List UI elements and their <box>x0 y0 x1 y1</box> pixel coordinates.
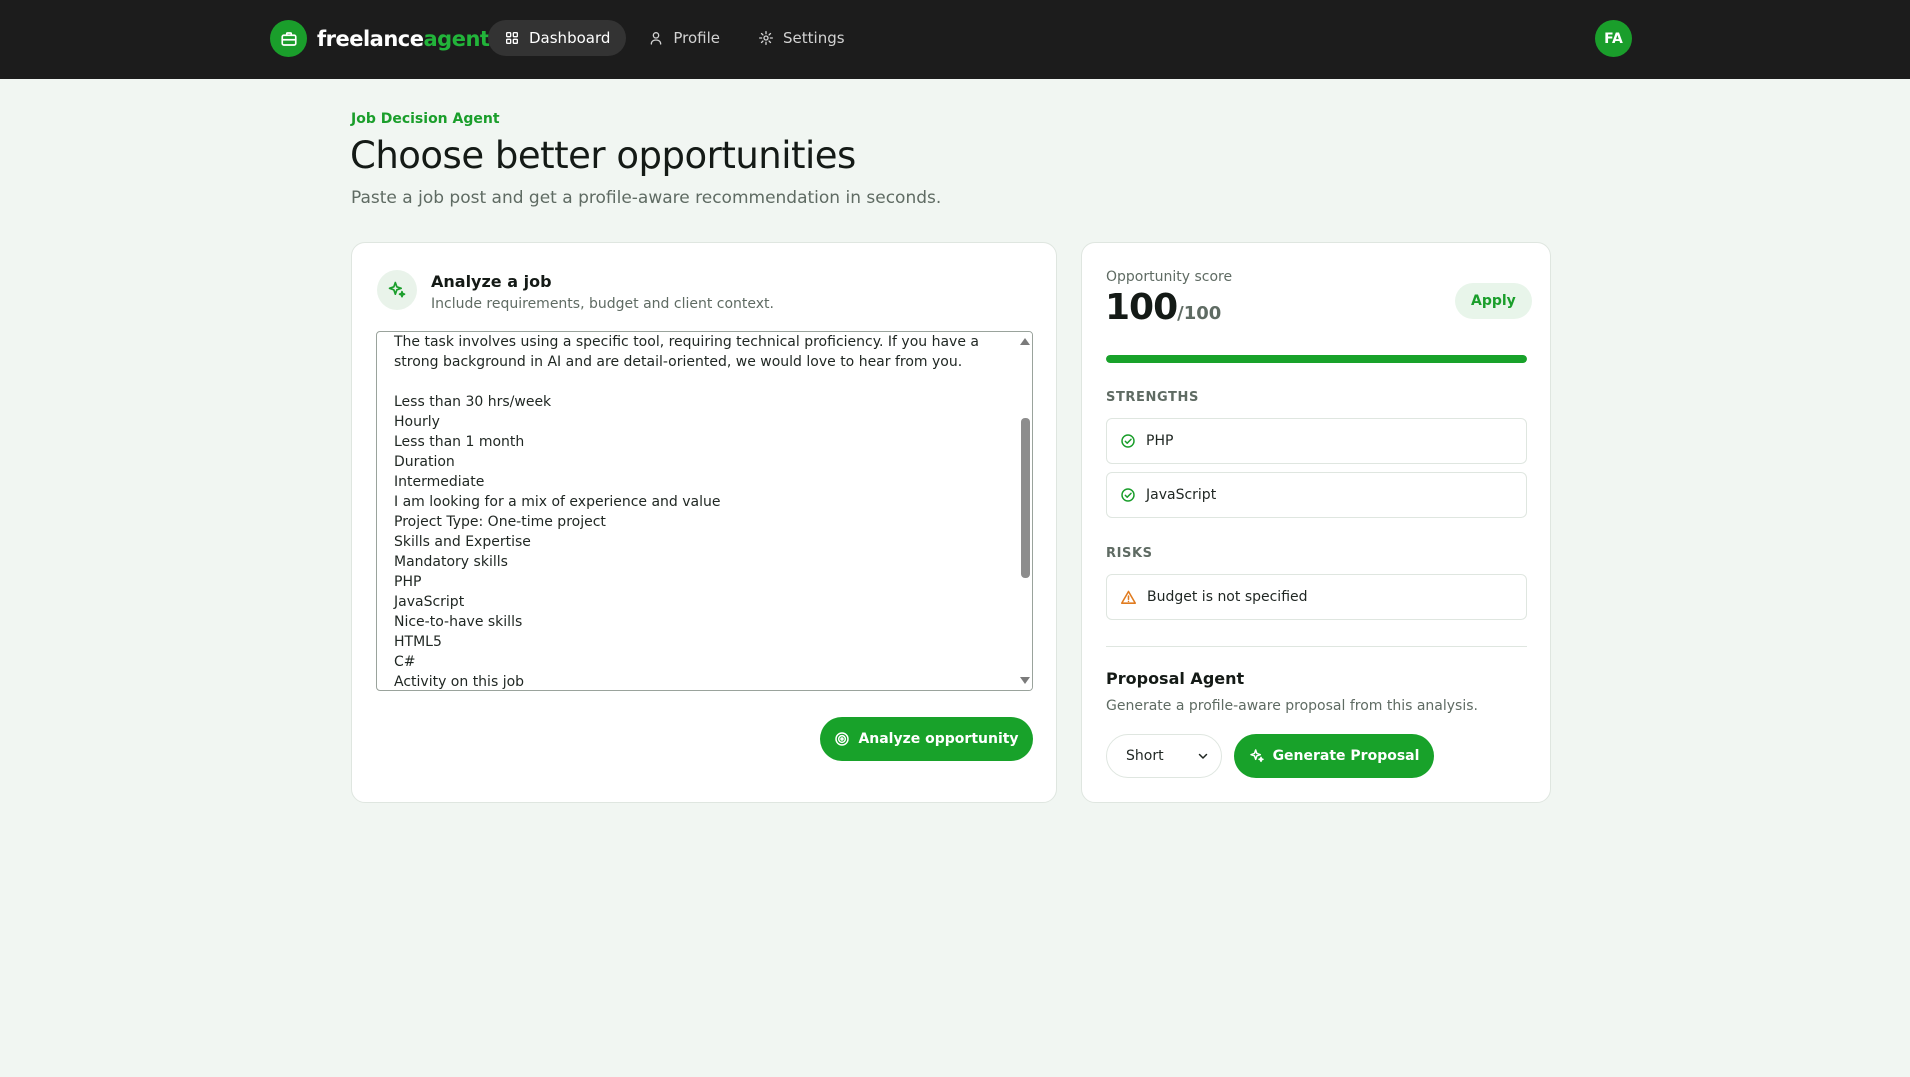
strength-label: JavaScript <box>1146 487 1217 503</box>
page-subtitle: Paste a job post and get a profile-aware… <box>351 188 942 208</box>
score-label: Opportunity score <box>1106 269 1233 285</box>
analyze-card: Analyze a job Include requirements, budg… <box>351 242 1057 803</box>
avatar[interactable]: FA <box>1595 20 1632 57</box>
strength-item: PHP <box>1106 418 1527 464</box>
strength-label: PHP <box>1146 433 1174 449</box>
brand-name-main: freelance <box>317 26 424 51</box>
generate-proposal-button[interactable]: Generate Proposal <box>1234 734 1434 778</box>
proposal-length-select[interactable]: Short <box>1106 734 1222 778</box>
score-progress-bar <box>1106 355 1527 363</box>
nav-item-dashboard[interactable]: Dashboard <box>488 20 627 56</box>
page-title: Choose better opportunities <box>350 134 856 177</box>
nav-item-label: Dashboard <box>529 29 611 47</box>
risks-label: RISKS <box>1106 546 1153 561</box>
proposal-description: Generate a profile-aware proposal from t… <box>1106 698 1478 714</box>
warning-triangle-icon <box>1120 590 1137 604</box>
scroll-up-arrow-icon[interactable] <box>1020 338 1030 345</box>
brand-name-accent: agent <box>423 26 490 51</box>
strength-item: JavaScript <box>1106 472 1527 518</box>
analyze-header: Analyze a job Include requirements, budg… <box>377 270 774 312</box>
page-eyebrow: Job Decision Agent <box>351 111 500 127</box>
result-card: Opportunity score 100/100 Apply STRENGTH… <box>1081 242 1551 803</box>
sparkles-icon <box>377 270 417 310</box>
user-icon <box>651 32 662 45</box>
analyze-description: Include requirements, budget and client … <box>431 296 774 312</box>
nav-item-label: Profile <box>673 29 721 47</box>
score-number: 100 <box>1105 287 1178 328</box>
grid-icon <box>506 31 518 44</box>
main-nav: Dashboard Profile Settings <box>488 20 861 56</box>
scroll-down-arrow-icon[interactable] <box>1020 677 1030 684</box>
brand-name: freelanceagent <box>317 26 490 51</box>
proposal-length-value: Short <box>1126 748 1164 764</box>
nav-item-settings[interactable]: Settings <box>742 20 861 56</box>
recommendation-badge: Apply <box>1455 283 1532 319</box>
strengths-label: STRENGTHS <box>1106 390 1199 405</box>
nav-item-label: Settings <box>783 29 845 47</box>
proposal-title: Proposal Agent <box>1106 669 1245 688</box>
brand[interactable]: freelanceagent <box>270 20 490 57</box>
risk-item: Budget is not specified <box>1106 574 1527 620</box>
nav-item-profile[interactable]: Profile <box>632 20 736 56</box>
score-max: /100 <box>1177 303 1222 324</box>
check-circle-icon <box>1121 488 1135 502</box>
gear-icon <box>759 31 774 45</box>
scroll-thumb[interactable] <box>1021 418 1030 578</box>
analyze-button-label: Analyze opportunity <box>858 731 1019 747</box>
check-circle-icon <box>1121 434 1135 448</box>
briefcase-icon <box>270 20 307 57</box>
score-progress-fill <box>1106 355 1527 363</box>
job-post-text: The task involves using a specific tool,… <box>394 334 979 690</box>
divider <box>1106 646 1527 647</box>
top-navbar: freelanceagent Dashboard Profile Setting… <box>0 0 1910 79</box>
chevron-down-icon <box>1198 753 1208 759</box>
score-value: 100/100 <box>1105 287 1221 328</box>
analyze-opportunity-button[interactable]: Analyze opportunity <box>820 717 1033 761</box>
sparkles-icon <box>1249 749 1264 763</box>
risk-label: Budget is not specified <box>1147 589 1308 605</box>
generate-button-label: Generate Proposal <box>1272 748 1420 764</box>
job-post-textarea[interactable]: The task involves using a specific tool,… <box>376 331 1033 691</box>
textarea-scrollbar[interactable] <box>1018 332 1032 690</box>
target-icon <box>835 732 850 746</box>
analyze-title: Analyze a job <box>431 272 552 291</box>
